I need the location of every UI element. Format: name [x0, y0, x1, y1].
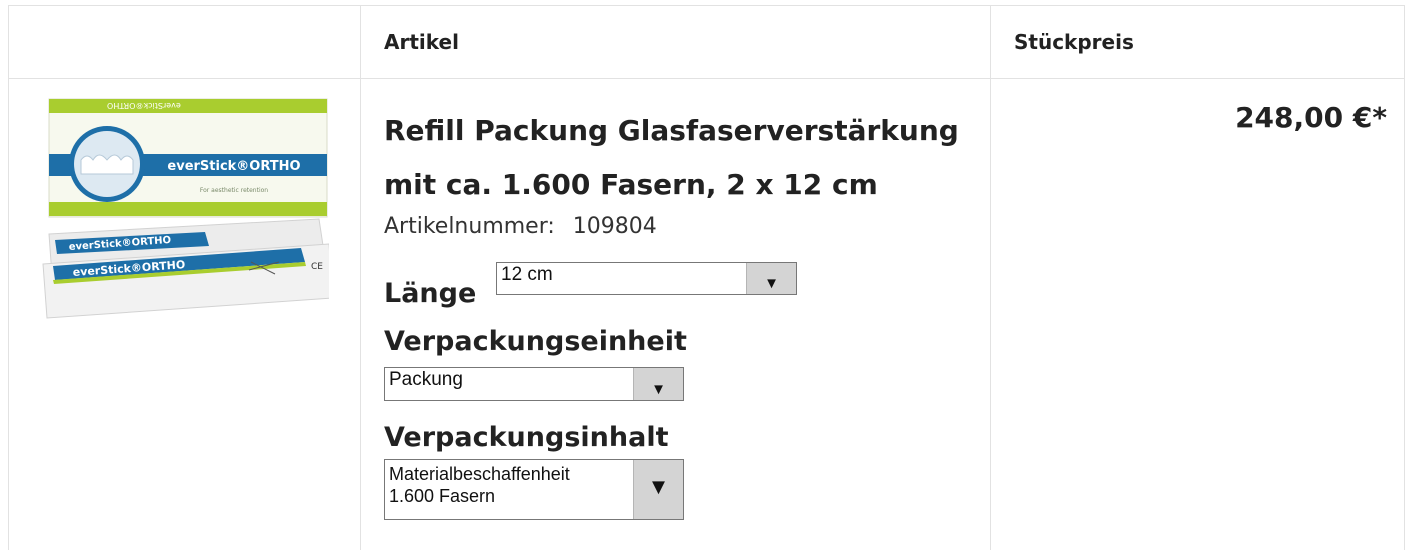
product-image[interactable]: everStick®ORTHO everStick®ORTHO For aest…: [29, 94, 329, 326]
packaging-content-label: Verpackungsinhalt: [384, 422, 669, 453]
product-table: Artikel Stückpreis everStick®ORTHO everS…: [8, 5, 1405, 550]
packaging-unit-select[interactable]: Packung ▼: [384, 367, 684, 401]
packaging-content-select-value: Materialbeschaffenheit 1.600 Fasern: [389, 464, 570, 506]
article-number: Artikelnummer: 109804: [384, 214, 657, 239]
packaging-content-select[interactable]: Materialbeschaffenheit 1.600 Fasern ▼: [384, 459, 684, 520]
header-article: Artikel: [384, 30, 459, 54]
unit-price: 248,00 €*: [1235, 101, 1387, 134]
product-title-line2[interactable]: mit ca. 1.600 Fasern, 2 x 12 cm: [384, 158, 984, 212]
column-divider: [990, 6, 991, 550]
chevron-down-icon[interactable]: ▼: [746, 263, 796, 294]
packaging-unit-label: Verpackungseinheit: [384, 326, 687, 357]
box-tagline: For aesthetic retention: [200, 187, 268, 194]
header-unit-price: Stückpreis: [1014, 30, 1134, 54]
length-select-value: 12 cm: [501, 264, 553, 285]
product-title-line1[interactable]: Refill Packung Glasfaserverstärkung: [384, 104, 984, 158]
packaging-unit-select-value: Packung: [389, 369, 463, 390]
article-number-value: 109804: [572, 214, 657, 239]
chevron-down-icon[interactable]: ▼: [633, 460, 683, 519]
article-number-label: Artikelnummer:: [384, 214, 555, 239]
chevron-down-icon[interactable]: ▼: [633, 368, 683, 400]
box-brand-small: everStick®ORTHO: [107, 101, 181, 110]
header-divider: [9, 78, 1404, 79]
length-select[interactable]: 12 cm ▼: [496, 262, 797, 295]
box-brand: everStick®ORTHO: [167, 159, 300, 174]
product-title[interactable]: Refill Packung Glasfaserverstärkung mit …: [384, 104, 984, 212]
column-divider: [360, 6, 361, 550]
ce-mark: CE: [311, 262, 323, 272]
length-label: Länge: [384, 278, 477, 309]
